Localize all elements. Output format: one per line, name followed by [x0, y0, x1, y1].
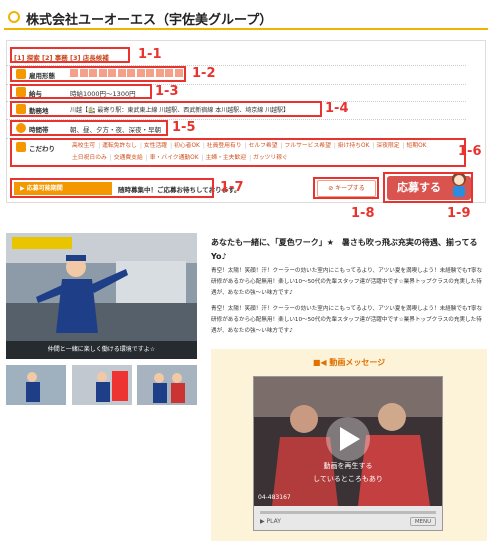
video-overlay-text: しているところもあり — [313, 475, 383, 483]
highlight-1-3 — [10, 84, 152, 99]
annotation-1-2: 1-2 — [192, 66, 216, 81]
main-photo[interactable]: 仲間と一緒に楽しく働ける環境ですよ☆ — [6, 233, 197, 359]
photo-caption: 仲間と一緒に楽しく働ける環境ですよ☆ — [6, 341, 197, 359]
photo-thumbnail[interactable] — [137, 365, 197, 405]
video-player[interactable]: 動画を再生する しているところもあり 04-483167 ▶ PLAY MENU — [253, 376, 443, 531]
play-label: PLAY — [266, 518, 281, 525]
article-paragraph: 青空！太陽！笑顔！汗！クーラーの効いた室内にこもってるより、アツい夏を満喫しよう… — [211, 306, 483, 334]
highlight-1-9 — [383, 172, 473, 203]
page-header: 株式会社ユーオーエス（宇佐美グループ） — [4, 6, 488, 30]
annotation-1-3: 1-3 — [155, 84, 179, 99]
highlight-1-7 — [10, 178, 214, 198]
video-frame — [254, 377, 442, 506]
camera-icon: ■◀ — [312, 358, 330, 367]
progress-bar[interactable] — [260, 511, 436, 514]
annotation-1-6: 1-6 — [458, 144, 482, 159]
annotation-1-4: 1-4 — [325, 101, 349, 116]
thumbnail-image — [72, 365, 132, 405]
annotation-1-8: 1-8 — [351, 206, 375, 221]
menu-button[interactable]: MENU — [410, 517, 436, 526]
highlight-1-5 — [10, 120, 168, 136]
circle-icon — [8, 11, 20, 23]
article-headline: あなたも一緒に、「夏色ワーク」★ 暑さも吹っ飛ぶ充実の待遇、揃ってるYo♪ — [211, 238, 478, 261]
company-title: 株式会社ユーオーエス（宇佐美グループ） — [26, 13, 273, 28]
video-code: 04-483167 — [258, 494, 291, 501]
play-button[interactable]: ▶ PLAY — [260, 518, 281, 525]
article-paragraph: 青空！太陽！笑顔！汗！クーラーの効いた室内にこもってるより、アツい夏を満喫しよう… — [211, 268, 483, 296]
video-title-text: 動画メッセージ — [329, 358, 386, 367]
thumbnail-image — [6, 365, 66, 405]
highlight-1-1 — [10, 47, 130, 63]
annotation-1-1: 1-1 — [138, 47, 162, 62]
photo-thumbnail[interactable] — [72, 365, 132, 405]
annotation-1-9: 1-9 — [447, 206, 471, 221]
highlight-1-6 — [10, 138, 466, 167]
highlight-1-4 — [10, 101, 322, 117]
annotation-1-5: 1-5 — [172, 120, 196, 135]
video-title: ■◀ 動画メッセージ — [211, 357, 487, 368]
highlight-1-8 — [313, 177, 379, 199]
video-message-panel: ■◀ 動画メッセージ 動画を再生する しているところもあり 04-483167 … — [211, 349, 487, 541]
video-controls: ▶ PLAY MENU — [254, 506, 442, 530]
photo-thumbnail[interactable] — [6, 365, 66, 405]
thumbnail-image — [137, 365, 197, 405]
annotation-1-7: 1-7 — [220, 180, 244, 195]
highlight-1-2 — [10, 66, 186, 82]
video-overlay-text: 動画を再生する — [323, 462, 373, 470]
